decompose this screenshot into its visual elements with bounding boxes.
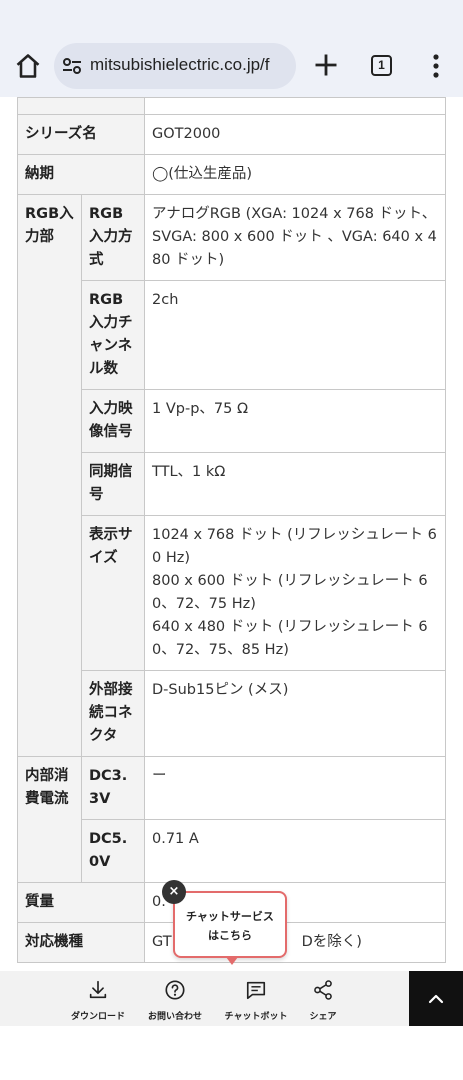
scroll-to-top-button[interactable] — [409, 971, 463, 1026]
download-icon — [89, 980, 107, 999]
row-header: RGB入力チャンネル数 — [81, 280, 145, 390]
models-value-end: Dを除く) — [301, 934, 362, 950]
group-header: 内部消費電流 — [17, 756, 82, 883]
table-row: 表示サイズ 1024 x 768 ドット (リフレッシュレート 60 Hz) 8… — [18, 515, 446, 671]
table-row: 納期 ◯(仕込生産品) — [17, 154, 446, 195]
spec-table: シリーズ名 GOT2000 納期 ◯(仕込生産品) RGB入力部 RGB入力方式… — [17, 97, 446, 963]
share-label: シェア — [309, 1012, 337, 1022]
home-icon[interactable] — [14, 52, 42, 80]
table-row: 内部消費電流 DC3.3V ー — [17, 756, 446, 883]
site-settings-icon[interactable] — [61, 56, 83, 76]
download-button[interactable]: ダウンロード — [58, 979, 138, 1022]
row-value: GOT2000 — [144, 114, 446, 155]
row-value: 1024 x 768 ドット (リフレッシュレート 60 Hz) 800 x 6… — [144, 515, 446, 671]
spec-table-container: シリーズ名 GOT2000 納期 ◯(仕込生産品) RGB入力部 RGB入力方式… — [17, 97, 446, 963]
row-value: ー — [144, 756, 446, 820]
group-header: RGB入力部 — [17, 194, 82, 757]
row-header: DC5.0V — [81, 819, 145, 883]
table-row: シリーズ名 GOT2000 — [17, 114, 446, 155]
address-bar[interactable]: mitsubishielectric.co.jp/f — [54, 43, 296, 89]
table-row — [17, 97, 446, 115]
models-value-start: GT — [152, 934, 172, 950]
chat-popup-line2: はこちら — [208, 929, 252, 942]
inquiry-label: お問い合わせ — [147, 1012, 202, 1022]
share-button[interactable]: シェア — [283, 979, 363, 1022]
row-header: 質量 — [17, 882, 145, 923]
display-size-line: 800 x 600 ドット (リフレッシュレート 60、72、75 Hz) — [152, 573, 428, 612]
row-value: 2ch — [144, 280, 446, 390]
chevron-up-icon — [428, 994, 444, 1004]
row-value: ◯(仕込生産品) — [144, 154, 446, 195]
row-header: 表示サイズ — [81, 515, 145, 671]
help-icon — [165, 980, 185, 1000]
row-value: 0.71 A — [144, 819, 446, 883]
table-row: DC5.0V 0.71 A — [18, 819, 446, 883]
chat-service-popup[interactable]: チャットサービス はこちら — [173, 891, 287, 965]
browser-toolbar: mitsubishielectric.co.jp/f 1 — [0, 0, 463, 97]
bottom-action-bar: ダウンロード お問い合わせ チャットボット シェア — [0, 971, 463, 1026]
display-size-line: 640 x 480 ドット (リフレッシュレート 60、72、75、85 Hz) — [152, 619, 428, 658]
url-text[interactable]: mitsubishielectric.co.jp/f — [90, 55, 270, 75]
row-value: アナログRGB (XGA: 1024 x 768 ドット、SVGA: 800 x… — [144, 194, 446, 281]
row-header: RGB入力方式 — [81, 194, 145, 281]
chat-popup-line1: チャットサービス — [186, 910, 274, 923]
row-header: 対応機種 — [17, 922, 145, 963]
row-value: D-Sub15ピン (メス) — [144, 670, 446, 757]
new-tab-icon[interactable] — [312, 51, 340, 79]
download-label: ダウンロード — [70, 1012, 125, 1022]
popup-arrow — [226, 957, 238, 965]
row-header: 外部接続コネクタ — [81, 670, 145, 757]
row-header: 納期 — [17, 154, 145, 195]
share-icon — [314, 980, 332, 1000]
inquiry-button[interactable]: お問い合わせ — [135, 979, 215, 1022]
row-value: TTL、1 kΩ — [144, 452, 446, 516]
row-header: 入力映像信号 — [81, 389, 145, 453]
row-header: DC3.3V — [81, 756, 145, 820]
display-size-line: 1024 x 768 ドット (リフレッシュレート 60 Hz) — [152, 527, 437, 566]
chat-icon — [246, 981, 266, 1000]
table-row: RGB入力チャンネル数 2ch — [18, 280, 446, 390]
more-menu-icon[interactable] — [426, 53, 446, 79]
close-popup-button[interactable]: × — [162, 880, 186, 904]
row-value: 1 Vp-p、75 Ω — [144, 389, 446, 453]
table-row: 同期信号 TTL、1 kΩ — [18, 452, 446, 516]
row-header: 同期信号 — [81, 452, 145, 516]
row-header: シリーズ名 — [17, 114, 145, 155]
table-row: 入力映像信号 1 Vp-p、75 Ω — [18, 389, 446, 453]
tab-switcher-button[interactable]: 1 — [371, 55, 392, 76]
table-row: RGB入力部 RGB入力方式 アナログRGB (XGA: 1024 x 768 … — [17, 194, 446, 757]
table-row: 外部接続コネクタ D-Sub15ピン (メス) — [18, 670, 446, 757]
